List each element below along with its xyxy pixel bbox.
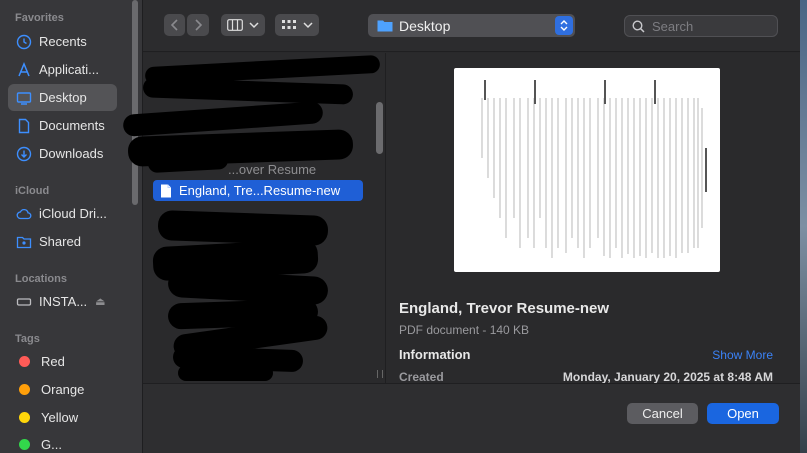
favorites-header: Favorites — [15, 12, 64, 24]
chevron-left-icon — [170, 19, 178, 31]
column-resize-handle[interactable] — [377, 370, 383, 378]
location-label: Desktop — [399, 17, 451, 34]
icloud-header: iCloud — [15, 185, 50, 197]
clock-icon — [16, 34, 32, 49]
preview-file-kind: PDF document - 140 KB — [399, 323, 530, 337]
created-label: Created — [399, 370, 444, 384]
redaction-mark — [147, 150, 229, 174]
sidebar-tag-orange[interactable]: Orange — [8, 376, 117, 403]
group-by-button[interactable] — [275, 14, 319, 36]
document-preview-image — [481, 80, 707, 258]
cloud-icon — [16, 208, 32, 219]
column-scrollbar[interactable] — [376, 102, 383, 154]
up-down-chevron-icon — [555, 16, 573, 35]
sidebar-item-shared[interactable]: Shared — [8, 228, 117, 255]
toolbar: Desktop Search — [143, 0, 800, 52]
sidebar-item-install-drive[interactable]: INSTA... ⏏ — [8, 288, 117, 315]
search-icon — [632, 19, 645, 33]
tags-header: Tags — [15, 333, 40, 345]
sidebar-item-applications[interactable]: Applicati... — [8, 56, 117, 83]
eject-icon[interactable]: ⏏ — [95, 295, 105, 308]
sidebar-item-label: Documents — [39, 118, 105, 133]
drive-icon — [16, 297, 32, 306]
chevron-down-icon — [303, 22, 313, 29]
sidebar-tag-red[interactable]: Red — [8, 348, 117, 375]
search-input[interactable]: Search — [624, 15, 778, 37]
information-header: Information — [399, 347, 471, 362]
sidebar-item-label: Shared — [39, 234, 81, 249]
columns-view-icon — [227, 19, 243, 31]
chevron-down-icon — [249, 22, 259, 29]
locations-header: Locations — [15, 273, 67, 285]
shared-folder-icon — [16, 236, 32, 248]
sidebar-item-label: Applicati... — [39, 62, 99, 77]
preview-pane: England, Trevor Resume-new PDF document … — [385, 53, 800, 384]
download-icon — [16, 146, 32, 161]
sidebar-item-label: Recents — [39, 34, 87, 49]
desktop-icon — [16, 91, 32, 105]
file-name: ...over Resume — [228, 161, 317, 177]
grid-icon — [282, 20, 296, 29]
chevron-right-icon — [195, 19, 203, 31]
file-column: ...over Resume England, Tre...Resume-new — [122, 53, 385, 383]
file-name: England, Tre...Resume-new — [179, 183, 341, 198]
file-browser: Desktop Search ...over Resume England, T… — [122, 0, 800, 453]
tag-dot-icon — [19, 356, 30, 367]
redaction-mark — [142, 77, 354, 105]
back-button[interactable] — [164, 14, 185, 36]
folder-icon — [377, 20, 393, 32]
cancel-button[interactable]: Cancel — [627, 403, 698, 424]
tag-dot-icon — [19, 439, 30, 450]
search-placeholder: Search — [652, 18, 694, 34]
document-icon — [18, 118, 30, 133]
selected-file-row[interactable]: England, Tre...Resume-new — [153, 180, 363, 201]
sidebar-item-label: Downloads — [39, 146, 104, 161]
location-popup[interactable]: Desktop — [368, 14, 575, 37]
sidebar-item-downloads[interactable]: Downloads — [8, 140, 117, 167]
show-more-link[interactable]: Show More — [712, 348, 773, 362]
sidebar-item-label: Desktop — [39, 90, 87, 105]
preview-file-name: England, Trevor Resume-new — [399, 300, 610, 317]
sidebar-item-label: G... — [41, 437, 62, 452]
open-button[interactable]: Open — [707, 403, 779, 424]
sidebar: Favorites Recents Applicati... Desktop D… — [0, 0, 143, 453]
tag-dot-icon — [19, 412, 30, 423]
sidebar-item-label: Yellow — [41, 410, 79, 425]
redaction-mark — [178, 365, 273, 381]
applications-icon — [18, 61, 30, 76]
sidebar-item-label: Orange — [41, 382, 85, 397]
forward-button[interactable] — [187, 14, 209, 36]
sidebar-item-desktop[interactable]: Desktop — [8, 84, 117, 111]
sidebar-item-documents[interactable]: Documents — [8, 112, 117, 139]
view-mode-button[interactable] — [221, 14, 265, 36]
sidebar-item-label: Red — [41, 354, 65, 369]
sidebar-item-recents[interactable]: Recents — [8, 28, 117, 55]
desktop-background — [800, 0, 807, 453]
pdf-file-icon — [161, 184, 171, 197]
sidebar-tag-green[interactable]: G... — [8, 431, 117, 453]
sidebar-item-label: INSTA... — [39, 294, 88, 309]
sidebar-item-label: iCloud Dri... — [39, 206, 107, 221]
sidebar-tag-yellow[interactable]: Yellow — [8, 404, 117, 431]
dialog-footer: Cancel Open — [143, 383, 800, 453]
sidebar-scrollbar[interactable] — [132, 0, 138, 205]
pdf-thumbnail — [454, 68, 720, 272]
created-value: Monday, January 20, 2025 at 8:48 AM — [562, 370, 773, 384]
sidebar-item-icloud-drive[interactable]: iCloud Dri... — [8, 200, 117, 227]
tag-dot-icon — [19, 384, 30, 395]
